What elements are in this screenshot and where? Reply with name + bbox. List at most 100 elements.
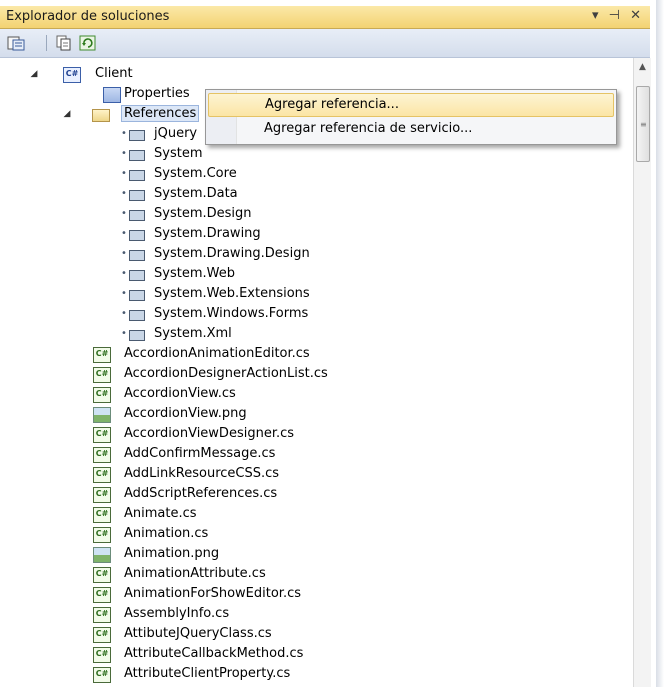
csharp-file-icon: C# bbox=[93, 387, 111, 403]
assembly-reference-icon bbox=[129, 190, 145, 201]
properties-folder-icon bbox=[103, 87, 121, 103]
assembly-reference-icon bbox=[129, 250, 145, 261]
csharp-project-icon: C# bbox=[63, 67, 81, 83]
reference-label: System.Drawing bbox=[154, 226, 261, 241]
csharp-file-icon: C# bbox=[93, 527, 111, 543]
file-label: AccordionView.png bbox=[124, 406, 247, 421]
link-dot-icon: • bbox=[121, 148, 127, 159]
csharp-file-icon: C# bbox=[93, 507, 111, 523]
show-all-files-button[interactable] bbox=[54, 34, 74, 52]
project-label: Client bbox=[95, 66, 133, 81]
csharp-file-icon: C# bbox=[93, 427, 111, 443]
assembly-reference-icon bbox=[129, 310, 145, 321]
collapse-arrow-icon[interactable]: ◢ bbox=[29, 64, 39, 84]
close-icon[interactable]: ✕ bbox=[630, 8, 644, 23]
scroll-up-arrow-icon[interactable]: ▲ bbox=[634, 62, 651, 72]
csharp-file-icon: C# bbox=[93, 647, 111, 663]
file-label: AnimationAttribute.cs bbox=[124, 566, 266, 581]
panel-title: Explorador de soluciones bbox=[6, 9, 170, 24]
tree-item-project[interactable]: ◢ C# Client bbox=[0, 64, 633, 84]
file-label: AttributeCallbackMethod.cs bbox=[124, 646, 304, 661]
assembly-reference-icon bbox=[129, 290, 145, 301]
properties-button[interactable] bbox=[6, 34, 26, 52]
csharp-file-icon: C# bbox=[93, 447, 111, 463]
csharp-file-icon: C# bbox=[93, 567, 111, 583]
folder-icon bbox=[92, 109, 110, 122]
file-label: AttibuteJQueryClass.cs bbox=[124, 626, 272, 641]
link-dot-icon: • bbox=[121, 168, 127, 179]
file-label: AssemblyInfo.cs bbox=[124, 606, 230, 621]
pin-icon[interactable]: ⊣ bbox=[609, 8, 623, 23]
vertical-scrollbar[interactable]: ▲ ≡ bbox=[633, 58, 651, 687]
properties-label: Properties bbox=[124, 86, 190, 101]
assembly-reference-icon bbox=[129, 150, 145, 161]
reference-label: System.Xml bbox=[154, 326, 232, 341]
properties-icon bbox=[7, 36, 25, 51]
file-label: AccordionAnimationEditor.cs bbox=[124, 346, 310, 361]
link-dot-icon: • bbox=[121, 208, 127, 219]
link-dot-icon: • bbox=[121, 328, 127, 339]
file-label: AccordionDesignerActionList.cs bbox=[124, 366, 328, 381]
menu-item-add-reference[interactable]: Agregar referencia... bbox=[208, 93, 614, 117]
csharp-file-icon: C# bbox=[93, 587, 111, 603]
reference-label: System.Core bbox=[154, 166, 237, 181]
grip-icon: ≡ bbox=[640, 120, 647, 129]
csharp-file-icon: C# bbox=[93, 667, 111, 683]
file-label: AddConfirmMessage.cs bbox=[124, 446, 276, 461]
reference-label: System.Web.Extensions bbox=[154, 286, 310, 301]
reference-label: System.Web bbox=[154, 266, 235, 281]
file-label: AttributeClientProperty.cs bbox=[124, 666, 291, 681]
collapse-arrow-icon[interactable]: ◢ bbox=[62, 104, 72, 124]
file-label: AccordionViewDesigner.cs bbox=[124, 426, 295, 441]
toolbar bbox=[0, 29, 650, 58]
menu-item-label: Agregar referencia... bbox=[265, 97, 399, 112]
reference-label: System bbox=[154, 146, 203, 161]
file-label: Animation.cs bbox=[124, 526, 209, 541]
assembly-reference-icon bbox=[129, 270, 145, 281]
refresh-icon bbox=[79, 35, 96, 51]
reference-label: System.Drawing.Design bbox=[154, 246, 310, 261]
csharp-file-icon: C# bbox=[93, 467, 111, 483]
solution-tree[interactable]: ◢ C# Client Properties ◢ References • jQu… bbox=[0, 58, 633, 687]
link-dot-icon: • bbox=[121, 228, 127, 239]
file-label: AddLinkResourceCSS.cs bbox=[124, 466, 280, 481]
toolbar-separator bbox=[46, 35, 47, 51]
assembly-reference-icon bbox=[129, 230, 145, 241]
menu-item-label: Agregar referencia de servicio... bbox=[264, 121, 473, 136]
reference-label: System.Windows.Forms bbox=[154, 306, 309, 321]
solution-explorer-window: Explorador de soluciones ▾ ⊣ ✕ ◢ C# Clie… bbox=[0, 0, 664, 687]
csharp-file-icon: C# bbox=[93, 487, 111, 503]
scroll-thumb[interactable]: ≡ bbox=[636, 86, 650, 162]
csharp-file-icon: C# bbox=[93, 367, 111, 383]
file-label: AccordionView.cs bbox=[124, 386, 236, 401]
menu-item-add-service-reference[interactable]: Agregar referencia de servicio... bbox=[208, 118, 612, 140]
refresh-button[interactable] bbox=[78, 34, 98, 52]
dropdown-icon[interactable]: ▾ bbox=[592, 8, 602, 23]
reference-label: jQuery bbox=[154, 126, 198, 141]
link-dot-icon: • bbox=[121, 268, 127, 279]
csharp-file-icon: C# bbox=[93, 607, 111, 623]
image-file-icon bbox=[93, 407, 111, 423]
csharp-file-icon: C# bbox=[93, 347, 111, 363]
assembly-reference-icon bbox=[129, 330, 145, 341]
csharp-file-icon: C# bbox=[93, 627, 111, 643]
file-label: AddScriptReferences.cs bbox=[124, 486, 278, 501]
title-bar[interactable]: Explorador de soluciones ▾ ⊣ ✕ bbox=[0, 6, 650, 29]
file-label: AnimationForShowEditor.cs bbox=[124, 586, 301, 601]
panel-controls[interactable]: ▾ ⊣ ✕ bbox=[592, 8, 644, 23]
context-menu: Agregar referencia... Agregar referencia… bbox=[205, 89, 617, 145]
references-label: References bbox=[121, 105, 200, 122]
assembly-reference-icon bbox=[129, 210, 145, 221]
reference-label: System.Design bbox=[154, 206, 252, 221]
file-label: Animation.png bbox=[124, 546, 220, 561]
link-dot-icon: • bbox=[121, 248, 127, 259]
window-edge bbox=[656, 0, 664, 687]
image-file-icon bbox=[93, 547, 111, 563]
link-dot-icon: • bbox=[121, 188, 127, 199]
assembly-reference-icon bbox=[129, 170, 145, 181]
link-dot-icon: • bbox=[121, 288, 127, 299]
reference-label: System.Data bbox=[154, 186, 238, 201]
assembly-reference-icon bbox=[129, 130, 145, 141]
show-all-files-icon bbox=[56, 35, 71, 51]
file-label: Animate.cs bbox=[124, 506, 197, 521]
